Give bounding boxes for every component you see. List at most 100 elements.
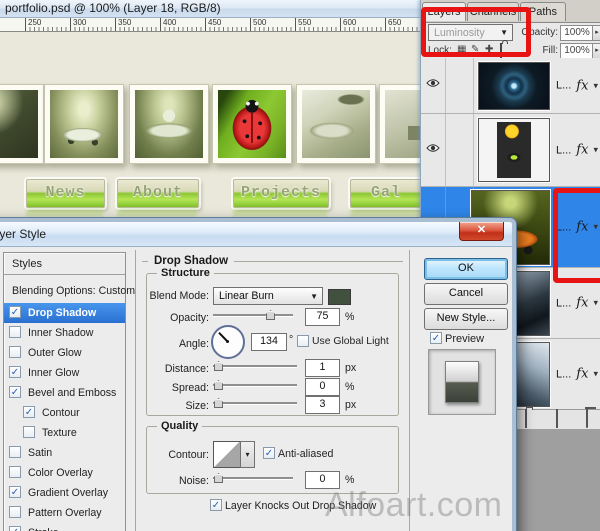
chevron-down-icon[interactable]: ▾ — [593, 298, 598, 309]
slider-track — [213, 384, 297, 387]
checkbox-checked-icon[interactable]: ✓ — [9, 366, 21, 378]
dialog-titlebar[interactable]: Layer Style ✕ — [0, 222, 512, 247]
use-global-light-checkbox[interactable] — [297, 335, 309, 347]
checkbox-icon[interactable] — [9, 446, 21, 458]
layer-name[interactable]: L... — [556, 297, 571, 309]
portfolio-thumbnail-sports-car[interactable] — [44, 84, 124, 164]
slider-thumb[interactable] — [214, 361, 223, 371]
close-button[interactable]: ✕ — [459, 222, 504, 241]
knockout-checkbox[interactable]: ✓ — [210, 499, 222, 511]
noise-slider[interactable] — [213, 473, 293, 483]
slider-thumb[interactable] — [214, 380, 223, 390]
portfolio-thumbnail-vintage-car[interactable] — [296, 84, 376, 164]
preview-checkbox[interactable]: ✓ — [430, 332, 442, 344]
angle-unit: ° — [289, 334, 294, 346]
checkbox-checked-icon[interactable]: ✓ — [9, 486, 21, 498]
sidebar-item-drop-shadow[interactable]: ✓ Drop Shadow — [4, 303, 125, 323]
nav-button-news[interactable]: News — [26, 179, 105, 208]
ruler-label: 650 — [385, 18, 401, 31]
checkbox-icon[interactable] — [23, 426, 35, 438]
sidebar-item-contour[interactable]: ✓ Contour — [4, 403, 125, 423]
sidebar-item-satin[interactable]: Satin — [4, 443, 125, 463]
distance-slider[interactable] — [213, 361, 297, 371]
angle-dial[interactable] — [211, 325, 245, 359]
size-input[interactable]: 3 — [305, 396, 340, 414]
distance-input[interactable]: 1 — [305, 359, 340, 377]
anti-aliased-checkbox[interactable]: ✓ — [263, 447, 275, 459]
vintage-car-image — [302, 90, 370, 158]
checkbox-checked-icon[interactable]: ✓ — [23, 406, 35, 418]
checkbox-icon[interactable] — [9, 466, 21, 478]
nav-button-gallery[interactable]: Gal — [350, 179, 422, 208]
layer-row-phone[interactable]: L... fx ▾ — [421, 114, 600, 187]
blend-mode-select[interactable]: Linear Burn ▼ — [213, 287, 323, 305]
chevron-down-icon[interactable]: ▾ — [593, 80, 598, 91]
cancel-button[interactable]: Cancel — [424, 283, 508, 305]
opacity-slider[interactable] — [213, 310, 293, 320]
nav-button-about[interactable]: About — [117, 179, 199, 208]
checkbox-icon[interactable] — [9, 506, 21, 518]
sidebar-item-inner-glow[interactable]: ✓ Inner Glow — [4, 363, 125, 383]
sidebar-item-bevel-and-emboss[interactable]: ✓ Bevel and Emboss — [4, 383, 125, 403]
slider-thumb[interactable] — [266, 310, 275, 320]
new-layer-icon[interactable] — [556, 409, 558, 428]
checkbox-checked-icon[interactable]: ✓ — [9, 306, 21, 318]
sidebar-item-outer-glow[interactable]: Outer Glow — [4, 343, 125, 363]
sidebar-item-inner-shadow[interactable]: Inner Shadow — [4, 323, 125, 343]
shadow-color-swatch[interactable] — [328, 289, 351, 305]
size-slider[interactable] — [213, 398, 297, 408]
opacity-spinner-icon[interactable]: ▸ — [592, 25, 600, 41]
layer-thumbnail-speaker[interactable] — [477, 61, 551, 111]
checkbox-checked-icon[interactable]: ✓ — [9, 386, 21, 398]
opacity-value[interactable]: 100% — [560, 25, 594, 41]
layer-thumbnail-phone[interactable] — [477, 117, 551, 183]
delete-layer-icon[interactable] — [586, 409, 588, 428]
new-style-button[interactable]: New Style... — [424, 308, 508, 330]
nav-button-projects[interactable]: Projects — [233, 179, 329, 208]
ok-button[interactable]: OK — [424, 258, 508, 280]
fx-icon[interactable]: fx — [576, 367, 588, 382]
slider-thumb[interactable] — [214, 398, 223, 408]
panel-title-row: Drop Shadow — [142, 255, 403, 267]
fx-icon[interactable]: fx — [576, 296, 588, 311]
new-group-icon[interactable] — [525, 409, 527, 428]
fx-icon[interactable]: fx — [576, 78, 588, 93]
portfolio-thumbnail-phone[interactable] — [0, 84, 44, 164]
portfolio-thumbnail-ufo[interactable] — [129, 84, 209, 164]
sidebar-item-pattern-overlay[interactable]: Pattern Overlay — [4, 503, 125, 523]
fill-value[interactable]: 100% — [560, 43, 594, 59]
spread-slider[interactable] — [213, 380, 297, 390]
layer-row-speaker[interactable]: L... fx ▾ — [421, 58, 600, 114]
checkbox-checked-icon[interactable]: ✓ — [9, 526, 21, 531]
contour-label: Contour: — [168, 449, 209, 461]
blend-mode-value: Linear Burn — [219, 290, 274, 302]
fill-spinner-icon[interactable]: ▸ — [592, 43, 600, 59]
layer-name[interactable]: L... — [556, 80, 571, 92]
portfolio-thumbnail-ladybug[interactable] — [212, 84, 292, 164]
angle-center-dot — [226, 340, 229, 343]
sidebar-item-texture[interactable]: Texture — [4, 423, 125, 443]
sidebar-item-gradient-overlay[interactable]: ✓ Gradient Overlay — [4, 483, 125, 503]
sidebar-header-styles[interactable]: Styles — [4, 253, 125, 275]
spread-input[interactable]: 0 — [305, 378, 340, 396]
checkbox-icon[interactable] — [9, 346, 21, 358]
opacity-input[interactable]: 75 — [305, 308, 340, 326]
contour-arrow-icon[interactable]: ▾ — [240, 441, 255, 468]
slider-thumb[interactable] — [214, 473, 223, 483]
sidebar-item-stroke[interactable]: ✓ Stroke — [4, 523, 125, 531]
chevron-down-icon[interactable]: ▾ — [593, 369, 598, 380]
sidebar-item-blending-options[interactable]: Blending Options: Custom — [4, 281, 135, 301]
eye-cell[interactable] — [421, 58, 446, 113]
dialog-title: Layer Style — [0, 227, 47, 241]
layer-name[interactable]: L... — [556, 368, 571, 380]
fx-icon[interactable]: fx — [576, 143, 588, 158]
sports-car-image — [50, 90, 118, 158]
sidebar-item-color-overlay[interactable]: Color Overlay — [4, 463, 125, 483]
angle-input[interactable]: 134 — [251, 333, 287, 351]
checkbox-icon[interactable] — [9, 326, 21, 338]
eye-cell[interactable] — [421, 114, 446, 186]
chevron-down-icon[interactable]: ▾ — [593, 145, 598, 156]
contour-picker[interactable] — [213, 441, 241, 468]
ufo-image — [135, 90, 203, 158]
layer-name[interactable]: L... — [556, 144, 571, 156]
